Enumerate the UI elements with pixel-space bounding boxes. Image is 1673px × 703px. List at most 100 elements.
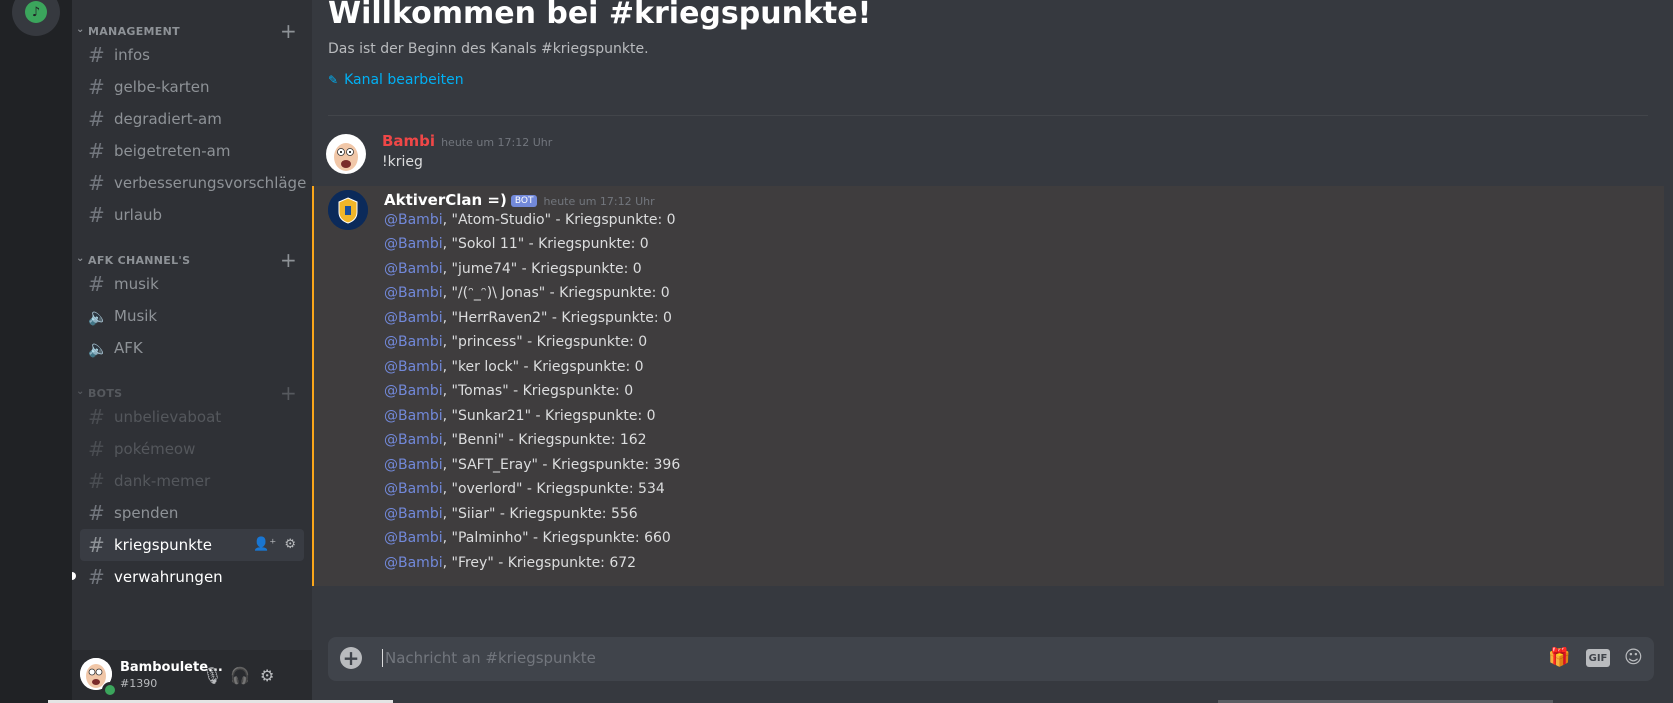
line-text: , "/(ᵔ_ᵔ)\ Jonas" - Kriegspunkte: 0: [442, 285, 670, 301]
line-text: , "HerrRaven2" - Kriegspunkte: 0: [442, 310, 672, 326]
line-text: , "SAFT_Eray" - Kriegspunkte: 396: [442, 457, 681, 473]
hash-icon: #: [88, 107, 105, 131]
headphones-icon[interactable]: 🎧: [230, 666, 250, 685]
message-author[interactable]: Bambi heute um 17:12 Uhr: [382, 132, 552, 150]
bot-badge: BOT: [510, 195, 538, 207]
list-item: @Bambi, "Sunkar21" - Kriegspunkte: 0: [384, 408, 656, 424]
unread-indicator: [72, 572, 76, 580]
user-mention[interactable]: @Bambi: [384, 555, 443, 571]
channel-label: musik: [114, 275, 159, 293]
channel-dank-memer[interactable]: # dank-memer: [80, 465, 304, 497]
message[interactable]: Bambi heute um 17:12 Uhr !krieg: [312, 124, 1662, 184]
list-item: @Bambi, "Frey" - Kriegspunkte: 672: [384, 555, 636, 571]
message-timestamp: heute um 17:12 Uhr: [543, 195, 655, 208]
channel-verwahrungen[interactable]: # verwahrungen: [80, 561, 304, 593]
speaker-icon: 🔈: [88, 339, 108, 358]
channel-unbelievaboat[interactable]: # unbelievaboat: [80, 401, 304, 433]
hash-thread-icon: #: [88, 43, 105, 67]
channel-label: pokémeow: [114, 440, 196, 458]
emoji-icon[interactable]: ☺: [1624, 647, 1643, 668]
server-icon[interactable]: ♪: [12, 0, 60, 36]
line-text: , "Sokol 11" - Kriegspunkte: 0: [442, 236, 649, 252]
hash-thread-icon: #: [88, 203, 105, 227]
user-mention[interactable]: @Bambi: [384, 408, 443, 424]
user-mention[interactable]: @Bambi: [384, 432, 443, 448]
gif-button[interactable]: GIF: [1586, 649, 1610, 667]
voice-channel-musik[interactable]: 🔈 Musik: [80, 300, 304, 332]
user-mention[interactable]: @Bambi: [384, 359, 443, 375]
voice-channel-afk[interactable]: 🔈 AFK: [80, 332, 304, 364]
channel-musik[interactable]: # musik: [80, 268, 304, 300]
line-text: , "princess" - Kriegspunkte: 0: [442, 334, 648, 350]
pencil-icon: ✎: [328, 73, 339, 87]
line-text: , "Palminho" - Kriegspunkte: 660: [442, 530, 671, 546]
welcome-title: Willkommen bei #kriegspunkte!: [328, 0, 872, 31]
list-item: @Bambi, "ker lock" - Kriegspunkte: 0: [384, 359, 644, 375]
line-text: , "Tomas" - Kriegspunkte: 0: [442, 383, 634, 399]
list-item: @Bambi, "Palminho" - Kriegspunkte: 660: [384, 530, 671, 546]
line-text: , "Siiar" - Kriegspunkte: 556: [442, 506, 638, 522]
user-mention[interactable]: @Bambi: [384, 457, 443, 473]
channel-label: AFK: [114, 339, 143, 357]
channel-urlaub[interactable]: # urlaub: [80, 199, 304, 231]
channel-pokemeow[interactable]: # pokémeow: [80, 433, 304, 465]
chat-area: Willkommen bei #kriegspunkte! Das ist de…: [312, 0, 1673, 703]
user-mention[interactable]: @Bambi: [384, 236, 443, 252]
message-input[interactable]: Nachricht an #kriegspunkte: [382, 649, 596, 667]
divider: [328, 115, 1648, 116]
gift-icon[interactable]: 🎁: [1548, 647, 1570, 668]
edit-channel-label: Kanal bearbeiten: [344, 72, 464, 88]
list-item: @Bambi, "princess" - Kriegspunkte: 0: [384, 334, 647, 350]
user-mention[interactable]: @Bambi: [384, 334, 443, 350]
channel-spenden[interactable]: # spenden: [80, 497, 304, 529]
chevron-down-icon: ⌄: [76, 24, 85, 35]
line-text: , "overlord" - Kriegspunkte: 534: [442, 481, 665, 497]
hash-thread-icon: #: [88, 171, 105, 195]
channel-gelbe-karten[interactable]: # gelbe-karten: [80, 71, 304, 103]
channel-label: spenden: [114, 504, 179, 522]
channel-sidebar: ⌄ MANAGEMENT + # infos # gelbe-karten # …: [72, 0, 312, 703]
message-timestamp: heute um 17:12 Uhr: [441, 136, 553, 149]
channel-kriegspunkte[interactable]: # kriegspunkte 👤⁺ ⚙: [80, 529, 304, 561]
channel-label: urlaub: [114, 206, 163, 224]
gear-icon[interactable]: ⚙: [260, 666, 274, 685]
chevron-down-icon: ⌄: [76, 386, 85, 397]
line-text: , "jume74" - Kriegspunkte: 0: [442, 261, 642, 277]
server-list: ♪: [0, 0, 72, 703]
user-mention[interactable]: @Bambi: [384, 261, 443, 277]
avatar[interactable]: [326, 134, 366, 174]
line-text: , "ker lock" - Kriegspunkte: 0: [442, 359, 644, 375]
message-text: !krieg: [382, 154, 423, 170]
user-mention[interactable]: @Bambi: [384, 285, 443, 301]
channel-infos[interactable]: # infos: [80, 39, 304, 71]
channel-beigetreten-am[interactable]: # beigetreten-am: [80, 135, 304, 167]
hash-icon: #: [88, 437, 105, 461]
user-mention[interactable]: @Bambi: [384, 310, 443, 326]
line-text: , "Frey" - Kriegspunkte: 672: [442, 555, 637, 571]
microphone-icon[interactable]: 🎙: [202, 666, 222, 685]
channel-label: degradiert-am: [114, 110, 222, 128]
channel-label: verwahrungen: [114, 568, 223, 586]
user-mention[interactable]: @Bambi: [384, 212, 443, 228]
channel-label: verbesserungsvorschläge: [114, 174, 307, 192]
bot-message[interactable]: AktiverClan =) BOT heute um 17:12 Uhr @Bam…: [312, 186, 1664, 586]
hash-icon: #: [88, 565, 105, 589]
user-mention[interactable]: @Bambi: [384, 530, 443, 546]
line-text: , "Atom-Studio" - Kriegspunkte: 0: [442, 212, 676, 228]
hash-icon: #: [88, 501, 105, 525]
message-composer: + Nachricht an #kriegspunkte 🎁 GIF ☺: [328, 637, 1654, 681]
attach-plus-icon[interactable]: +: [340, 647, 362, 669]
list-item: @Bambi, "overlord" - Kriegspunkte: 534: [384, 481, 665, 497]
invite-user-icon[interactable]: 👤⁺: [253, 537, 276, 552]
user-mention[interactable]: @Bambi: [384, 383, 443, 399]
channel-label: infos: [114, 46, 150, 64]
user-mention[interactable]: @Bambi: [384, 506, 443, 522]
message-author[interactable]: AktiverClan =) BOT heute um 17:12 Uhr: [384, 191, 655, 209]
edit-channel-link[interactable]: ✎ Kanal bearbeiten: [328, 72, 464, 88]
channel-verbesserungsvorschlaege[interactable]: # verbesserungsvorschläge: [80, 167, 307, 199]
channel-degradiert-am[interactable]: # degradiert-am: [80, 103, 304, 135]
channel-label: gelbe-karten: [114, 78, 210, 96]
user-mention[interactable]: @Bambi: [384, 481, 443, 497]
gear-icon[interactable]: ⚙: [284, 537, 296, 552]
bot-avatar[interactable]: [328, 190, 368, 230]
